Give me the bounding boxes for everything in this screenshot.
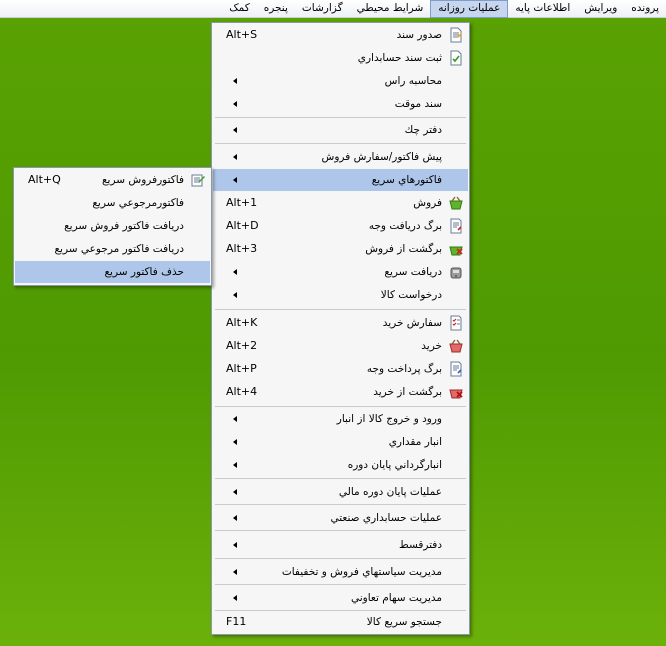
menu-item-purchase-return[interactable]: برگشت از خريد Alt+4 [213, 381, 468, 403]
menu-item-goods-request[interactable]: درخواست كالا [213, 284, 468, 306]
submenu-arrow-icon [233, 595, 237, 601]
menu-separator [215, 117, 466, 118]
purchase-basket-icon [448, 338, 464, 354]
purchase-return-icon [448, 384, 464, 400]
submenu-arrow-icon [233, 569, 237, 575]
menu-item-purchase-order[interactable]: سفارش خريد Alt+K [213, 312, 468, 334]
menu-item-checkbook[interactable]: دفتر چك [213, 119, 468, 141]
menu-item-industrial-accounting[interactable]: عمليات حسابداري صنعتي [213, 507, 468, 529]
submenu-arrow-icon [233, 292, 237, 298]
sales-basket-icon [448, 195, 464, 211]
document-check-icon [448, 50, 464, 66]
menu-daily-operations[interactable]: عمليات روزانه [430, 0, 509, 18]
quick-invoices-submenu: فاكتورفروش سريع Alt+Q فاكتورمرجوعي سريع … [13, 167, 212, 286]
menu-item-cooperative-shares[interactable]: مديريت سهام تعاوني [213, 587, 468, 609]
menu-edit[interactable]: ويرايش [577, 0, 624, 18]
menu-item-installment-book[interactable]: دفترقسط [213, 534, 468, 556]
menu-item-payment-voucher[interactable]: برگ پرداخت وجه Alt+P [213, 358, 468, 380]
menu-item-issue-document[interactable]: صدور سند Alt+S [213, 24, 468, 46]
menu-item-warehouse-in-out[interactable]: ورود و خروج كالا از انبار [213, 408, 468, 430]
menu-item-purchase[interactable]: خريد Alt+2 [213, 335, 468, 357]
menu-item-sales-policy-discounts[interactable]: مديريت سياستهاي فروش و تخفيفات [213, 561, 468, 583]
menu-base-info[interactable]: اطلاعات پايه [508, 0, 577, 18]
submenu-arrow-icon [233, 462, 237, 468]
menu-reports[interactable]: گزارشات [295, 0, 350, 18]
menu-separator [215, 504, 466, 505]
submenu-item-quick-sales-invoice[interactable]: فاكتورفروش سريع Alt+Q [15, 169, 210, 191]
submenu-arrow-icon [233, 439, 237, 445]
menu-separator [215, 558, 466, 559]
purchase-order-icon [448, 315, 464, 331]
sales-return-icon [448, 241, 464, 257]
receipt-icon [448, 218, 464, 234]
menu-item-temporary-document[interactable]: سند موقت [213, 93, 468, 115]
submenu-arrow-icon [233, 154, 237, 160]
submenu-arrow-icon [233, 101, 237, 107]
submenu-arrow-icon [233, 489, 237, 495]
menu-item-sales-return[interactable]: برگشت از فروش Alt+3 [213, 238, 468, 260]
menu-separator [215, 478, 466, 479]
menu-item-proforma-sales-order[interactable]: پيش فاكتور/سفارش فروش [213, 146, 468, 168]
submenu-arrow-icon [233, 515, 237, 521]
document-issue-icon [448, 27, 464, 43]
submenu-item-receive-quick-return-invoice[interactable]: دريافت فاكتور مرجوعي سريع [15, 238, 210, 260]
submenu-arrow-icon [233, 78, 237, 84]
menu-item-quantity-warehouse[interactable]: انبار مقداري [213, 431, 468, 453]
daily-operations-menu: صدور سند Alt+S ثبت سند حسابداري محاسبه ر… [211, 22, 470, 635]
menu-item-receipt-voucher[interactable]: برگ دريافت وجه Alt+D [213, 215, 468, 237]
menu-separator [215, 584, 466, 585]
menu-separator [215, 530, 466, 531]
quick-invoice-icon [190, 172, 206, 188]
cash-register-icon [448, 264, 464, 280]
menu-file[interactable]: پرونده [624, 0, 666, 18]
payment-icon [448, 361, 464, 377]
menu-item-sales[interactable]: فروش Alt+1 [213, 192, 468, 214]
menu-window[interactable]: پنجره [257, 0, 295, 18]
submenu-arrow-icon [233, 416, 237, 422]
menu-item-quick-receive[interactable]: دريافت سريع [213, 261, 468, 283]
menu-item-period-end-inventory[interactable]: انبارگرداني پايان دوره [213, 454, 468, 476]
submenu-arrow-icon [233, 127, 237, 133]
submenu-arrow-icon [233, 542, 237, 548]
menu-bar: پرونده ويرايش اطلاعات پايه عمليات روزانه… [0, 0, 666, 18]
menu-item-register-accounting-doc[interactable]: ثبت سند حسابداري [213, 47, 468, 69]
menu-help[interactable]: کمک [222, 0, 256, 18]
submenu-item-quick-return-invoice[interactable]: فاكتورمرجوعي سريع [15, 192, 210, 214]
menu-separator [215, 143, 466, 144]
submenu-item-delete-quick-invoice[interactable]: حذف فاكتور سريع [15, 261, 210, 283]
menu-item-quick-goods-search[interactable]: جستجو سريع كالا F11 [213, 611, 468, 633]
submenu-arrow-icon [233, 177, 237, 183]
submenu-arrow-icon [233, 269, 237, 275]
menu-separator [215, 309, 466, 310]
menu-item-quick-invoices[interactable]: فاكتورهاي سريع [213, 169, 468, 191]
menu-item-due-calculation[interactable]: محاسبه راس [213, 70, 468, 92]
menu-separator [215, 406, 466, 407]
submenu-item-receive-quick-sales-invoice[interactable]: دريافت فاكتور فروش سريع [15, 215, 210, 237]
menu-item-fiscal-period-end[interactable]: عمليات پايان دوره مالي [213, 481, 468, 503]
menu-environment[interactable]: شرايط محيطي [350, 0, 431, 18]
